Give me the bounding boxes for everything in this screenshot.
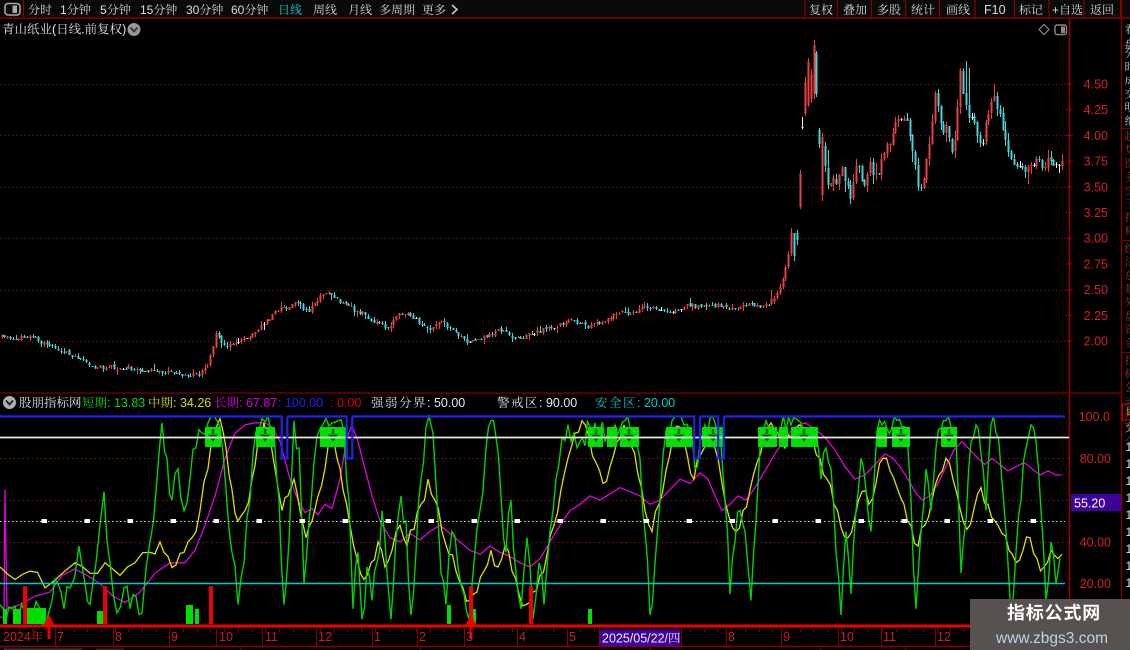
svg-text:1: 1: [1126, 440, 1130, 454]
svg-text:1: 1: [1126, 576, 1130, 590]
svg-text:2024: 2024: [3, 630, 31, 644]
svg-text:11: 11: [883, 630, 896, 644]
svg-text:4.00: 4.00: [1084, 129, 1108, 143]
svg-text:8: 8: [115, 630, 122, 644]
svg-text:15: 15: [140, 3, 154, 17]
svg-text:1: 1: [1126, 525, 1130, 539]
svg-text:www.zbgs3.com: www.zbgs3.com: [995, 630, 1108, 647]
svg-text:2025/05/22/: 2025/05/22/: [602, 632, 669, 646]
svg-text:1: 1: [60, 3, 67, 17]
svg-text:: 100.00: : 100.00: [278, 396, 323, 410]
svg-text:+: +: [1052, 3, 1059, 17]
svg-text:: 20.00: : 20.00: [637, 396, 675, 410]
svg-text:: 90.00: : 90.00: [539, 396, 577, 410]
svg-text:.: .: [81, 23, 84, 37]
svg-text:9: 9: [171, 630, 178, 644]
svg-text:: 0.00: : 0.00: [330, 396, 361, 410]
svg-text:: 34.26: : 34.26: [173, 396, 211, 410]
svg-text:9: 9: [783, 630, 790, 644]
svg-text:1: 1: [1126, 508, 1130, 522]
svg-text:11: 11: [265, 630, 278, 644]
svg-text:1: 1: [1126, 457, 1130, 471]
svg-text:30: 30: [186, 3, 200, 17]
svg-text:3.00: 3.00: [1084, 232, 1108, 246]
svg-text:2: 2: [419, 630, 426, 644]
svg-text:4: 4: [519, 630, 526, 644]
svg-text:3.50: 3.50: [1084, 180, 1108, 194]
svg-text:5: 5: [100, 3, 107, 17]
svg-text:: 50.00: : 50.00: [427, 396, 465, 410]
svg-text:55.20: 55.20: [1074, 497, 1105, 511]
svg-text:12: 12: [937, 630, 951, 644]
svg-text:2.00: 2.00: [1084, 335, 1108, 349]
svg-text:2.75: 2.75: [1084, 257, 1108, 271]
svg-text:2.25: 2.25: [1084, 309, 1108, 323]
svg-text:5: 5: [569, 630, 576, 644]
svg-text:1: 1: [1126, 491, 1130, 505]
svg-text:7: 7: [57, 630, 64, 644]
svg-text:2.50: 2.50: [1084, 283, 1108, 297]
svg-text:: 13.83: : 13.83: [107, 396, 145, 410]
svg-text:3.25: 3.25: [1084, 206, 1108, 220]
svg-text:4.50: 4.50: [1084, 78, 1108, 92]
svg-text:60: 60: [231, 3, 245, 17]
svg-text:4.25: 4.25: [1084, 103, 1108, 117]
svg-text:8: 8: [728, 630, 735, 644]
svg-text:1: 1: [1126, 559, 1130, 573]
svg-text:20.00: 20.00: [1080, 577, 1111, 591]
svg-text:: 67.87: : 67.87: [239, 396, 277, 410]
svg-text:1: 1: [1126, 474, 1130, 488]
svg-text:F10: F10: [984, 3, 1006, 17]
svg-text:80.00: 80.00: [1080, 452, 1111, 466]
svg-text:40.00: 40.00: [1080, 535, 1111, 549]
svg-text:): ): [122, 23, 126, 37]
svg-text:1: 1: [1126, 542, 1130, 556]
svg-text:12: 12: [318, 630, 332, 644]
svg-text:3.75: 3.75: [1084, 155, 1108, 169]
svg-text:1: 1: [374, 630, 381, 644]
svg-text:3: 3: [466, 630, 473, 644]
svg-text:100.0: 100.0: [1079, 410, 1110, 424]
svg-text:10: 10: [840, 630, 854, 644]
svg-text:10: 10: [219, 630, 233, 644]
